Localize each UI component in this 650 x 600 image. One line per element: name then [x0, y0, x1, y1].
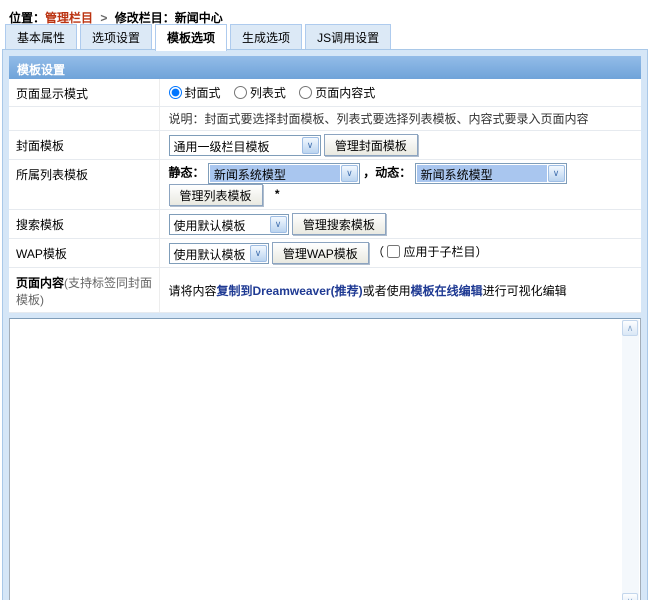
apply-to-subcolumn-checkbox[interactable] — [387, 245, 400, 258]
page-content-editor: ∧ ∨ — [9, 318, 641, 600]
manage-list-template-button[interactable]: 管理列表模板 — [169, 184, 263, 206]
tab-bar: 基本属性 选项设置 模板选项 生成选项 JS调用设置 — [5, 27, 650, 49]
chevron-down-icon[interactable]: ∨ — [270, 216, 287, 233]
search-template-select[interactable]: 使用默认模板 ∨ — [169, 214, 289, 235]
cover-mode-radio[interactable] — [169, 86, 182, 99]
chevron-down-icon[interactable]: ∨ — [341, 165, 358, 182]
radio-option-list[interactable]: 列表式 — [234, 86, 286, 100]
scroll-down-icon[interactable]: ∨ — [622, 593, 638, 600]
static-list-template-select[interactable]: 新闻系统模型 ∨ — [208, 163, 360, 184]
chevron-down-icon[interactable]: ∨ — [302, 137, 319, 154]
panel-title: 模板设置 — [9, 56, 641, 79]
paren-open: （ — [372, 245, 384, 259]
row-cover-template: 封面模板 通用一级栏目模板 ∨ 管理封面模板 — [9, 131, 641, 160]
cover-template-label: 封面模板 — [9, 131, 159, 160]
wap-template-label: WAP模板 — [9, 239, 159, 268]
tab-template-options[interactable]: 模板选项 — [155, 24, 227, 51]
breadcrumb: 位置：管理栏目 > 修改栏目：新闻中心 — [0, 0, 650, 25]
display-mode-note: 说明：封面式要选择封面模板、列表式要选择列表模板、内容式要录入页面内容 — [169, 112, 589, 126]
scroll-up-icon[interactable]: ∧ — [622, 320, 638, 336]
row-search-template: 搜索模板 使用默认模板 ∨ 管理搜索模板 — [9, 210, 641, 239]
chevron-down-icon[interactable]: ∨ — [250, 245, 267, 262]
static-label: 静态： — [169, 166, 205, 180]
row-display-mode: 页面显示模式 封面式 列表式 页面内容式 — [9, 79, 641, 107]
row-list-template: 所属列表模板 静态： 新闻系统模型 ∨ ，动态： 新闻系统模型 ∨ 管理列表模板… — [9, 160, 641, 210]
chevron-down-icon[interactable]: ∨ — [548, 165, 565, 182]
tab-generate-options[interactable]: 生成选项 — [230, 24, 302, 49]
breadcrumb-link-manage-column[interactable]: 管理栏目 — [45, 11, 93, 25]
row-note: 说明：封面式要选择封面模板、列表式要选择列表模板、内容式要录入页面内容 — [9, 107, 641, 131]
template-settings-panel: 模板设置 页面显示模式 封面式 列表式 页面内容式 说明：封面式要选择封面模板、… — [2, 49, 648, 600]
online-template-editor-link[interactable]: 模板在线编辑 — [411, 284, 483, 298]
editor-scrollbar[interactable]: ∧ ∨ — [622, 320, 639, 600]
row-wap-template: WAP模板 使用默认模板 ∨ 管理WAP模板 （ 应用于子栏目） — [9, 239, 641, 268]
manage-cover-template-button[interactable]: 管理封面模板 — [324, 134, 418, 156]
breadcrumb-separator: > — [96, 11, 111, 25]
required-mark: * — [275, 187, 280, 201]
dynamic-list-template-select[interactable]: 新闻系统模型 ∨ — [415, 163, 567, 184]
row-page-content: 页面内容(支持标签同封面模板) 请将内容复制到Dreamweaver(推荐)或者… — [9, 268, 641, 313]
wap-template-select[interactable]: 使用默认模板 ∨ — [169, 243, 269, 264]
cover-template-select[interactable]: 通用一级栏目模板 ∨ — [169, 135, 321, 156]
page-content-textarea[interactable] — [11, 320, 621, 600]
template-settings-form: 页面显示模式 封面式 列表式 页面内容式 说明：封面式要选择封面模板、列表式要选… — [9, 79, 641, 313]
manage-wap-template-button[interactable]: 管理WAP模板 — [272, 242, 369, 264]
search-template-label: 搜索模板 — [9, 210, 159, 239]
tab-basic-attributes[interactable]: 基本属性 — [5, 24, 77, 49]
page-content-mode-radio[interactable] — [299, 86, 312, 99]
page-content-hint: 请将内容复制到Dreamweaver(推荐)或者使用模板在线编辑进行可视化编辑 — [169, 284, 567, 298]
note-label-empty — [9, 107, 159, 131]
dynamic-label: ，动态： — [363, 166, 411, 180]
list-template-label: 所属列表模板 — [9, 160, 159, 210]
breadcrumb-prefix: 位置： — [9, 11, 45, 25]
tab-js-call-settings[interactable]: JS调用设置 — [305, 24, 391, 49]
display-mode-label: 页面显示模式 — [9, 79, 159, 107]
copy-to-dreamweaver-link[interactable]: 复制到Dreamweaver(推荐) — [217, 284, 363, 298]
list-mode-radio[interactable] — [234, 86, 247, 99]
tab-option-settings[interactable]: 选项设置 — [80, 24, 152, 49]
manage-search-template-button[interactable]: 管理搜索模板 — [292, 213, 386, 235]
apply-to-subcolumn-option[interactable]: 应用于子栏目 — [387, 245, 475, 259]
paren-close: ） — [475, 245, 487, 259]
breadcrumb-current: 修改栏目：新闻中心 — [115, 11, 223, 25]
page-content-label: 页面内容 — [16, 276, 64, 290]
radio-option-page-content[interactable]: 页面内容式 — [299, 86, 375, 100]
radio-option-cover[interactable]: 封面式 — [169, 86, 221, 100]
